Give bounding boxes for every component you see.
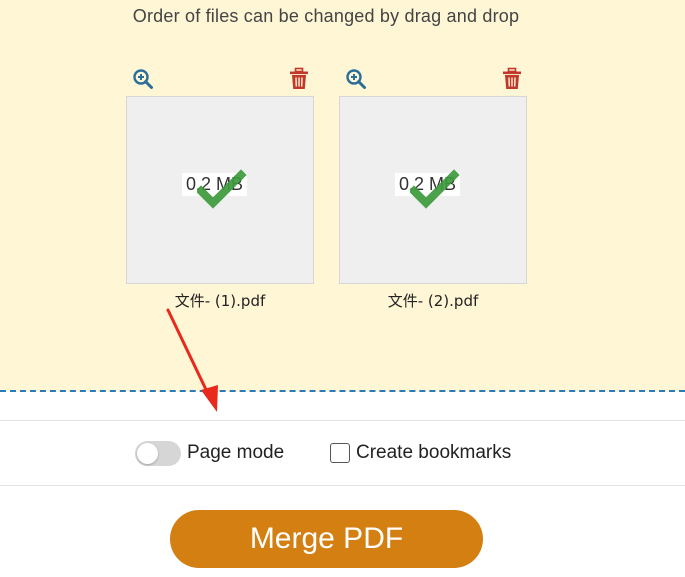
file-card-toolbar — [126, 66, 314, 96]
file-card[interactable]: 0.2 MB 文件- (2).pdf — [339, 66, 527, 311]
file-name: 文件- (1).pdf — [174, 292, 266, 310]
reorder-hint: Order of files can be changed by drag an… — [132, 6, 520, 26]
file-card-toolbar — [339, 66, 527, 96]
create-bookmarks-label[interactable]: Create bookmarks — [356, 442, 511, 464]
merge-pdf-button[interactable]: Merge PDF — [170, 510, 483, 568]
file-name: 文件- (2).pdf — [387, 292, 479, 310]
file-card[interactable]: 0.2 MB 文件- (1).pdf — [126, 66, 314, 311]
page-mode-label[interactable]: Page mode — [187, 442, 284, 464]
zoom-icon[interactable] — [132, 68, 154, 90]
checkmark-icon — [197, 169, 247, 209]
page-mode-toggle[interactable] — [135, 441, 181, 466]
checkmark-icon — [410, 169, 460, 209]
zoom-icon[interactable] — [345, 68, 367, 90]
create-bookmarks-checkbox[interactable] — [330, 443, 350, 463]
file-thumbnail[interactable]: 0.2 MB — [126, 96, 314, 284]
file-drop-area[interactable]: Order of files can be changed by drag an… — [0, 0, 685, 392]
trash-icon[interactable] — [288, 67, 310, 91]
trash-icon[interactable] — [501, 67, 523, 91]
toggle-knob — [137, 443, 158, 464]
merge-options: Page mode Create bookmarks — [0, 420, 685, 486]
merge-pdf-page: Order of files can be changed by drag an… — [0, 0, 685, 577]
file-thumbnail[interactable]: 0.2 MB — [339, 96, 527, 284]
